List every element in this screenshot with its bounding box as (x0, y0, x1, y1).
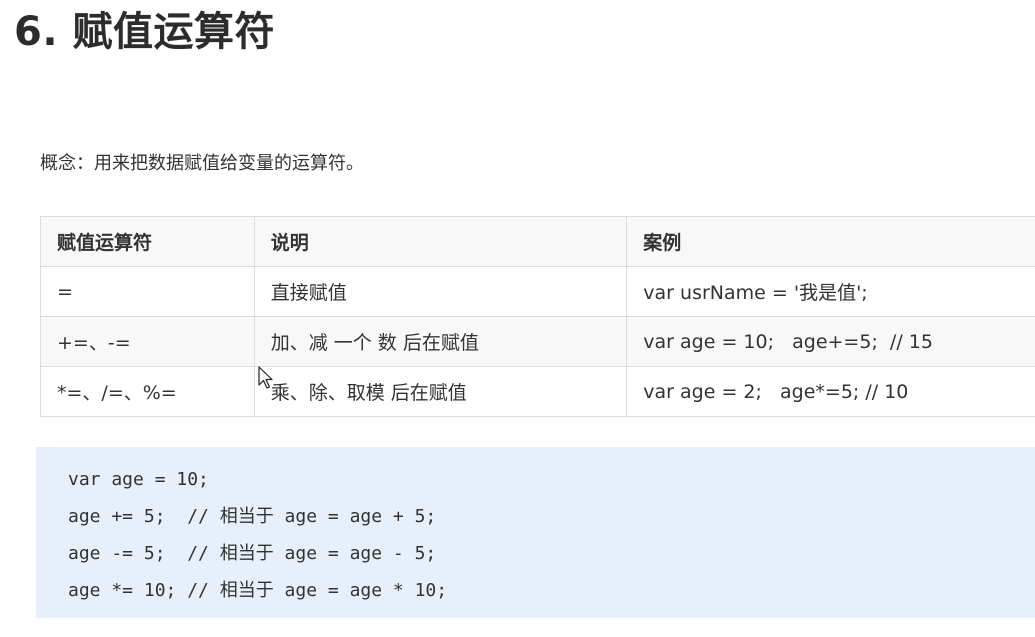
cell-operator: +=、-= (40, 316, 255, 367)
code-line: age *= 10; // 相当于 age = age * 10; (68, 580, 448, 601)
operators-table: 赋值运算符 说明 案例 = 直接赋值 var usrName = '我是值'; … (40, 216, 1035, 417)
code-line: var age = 10; (68, 469, 209, 490)
code-line: age += 5; // 相当于 age = age + 5; (68, 506, 437, 527)
cell-example: var usrName = '我是值'; (626, 266, 1035, 317)
table-row: +=、-= 加、减 一个 数 后在赋值 var age = 10; age+=5… (40, 316, 1035, 367)
concept-text: 概念：用来把数据赋值给变量的运算符。 (40, 153, 364, 174)
header-description: 说明 (253, 216, 628, 267)
code-block: var age = 10; age += 5; // 相当于 age = age… (36, 447, 1035, 618)
cell-description: 直接赋值 (253, 266, 628, 317)
document-page: 6. 赋值运算符 概念：用来把数据赋值给变量的运算符。 赋值运算符 说明 案例 … (0, 0, 1035, 637)
cell-description: 乘、除、取模 后在赋值 (253, 366, 628, 417)
section-heading: 6. 赋值运算符 (14, 9, 275, 55)
header-operator: 赋值运算符 (40, 216, 255, 267)
table-row: = 直接赋值 var usrName = '我是值'; (40, 266, 1035, 317)
cell-operator: *=、/=、%= (40, 366, 255, 417)
table-row: *=、/=、%= 乘、除、取模 后在赋值 var age = 2; age*=5… (40, 366, 1035, 417)
cell-description: 加、减 一个 数 后在赋值 (253, 316, 628, 367)
table-header-row: 赋值运算符 说明 案例 (40, 216, 1035, 267)
cell-operator: = (40, 266, 255, 317)
cell-example: var age = 10; age+=5; // 15 (626, 316, 1035, 367)
header-example: 案例 (626, 216, 1035, 267)
mouse-pointer-icon (258, 366, 273, 389)
code-line: age -= 5; // 相当于 age = age - 5; (68, 543, 437, 564)
cell-example: var age = 2; age*=5; // 10 (626, 366, 1035, 417)
